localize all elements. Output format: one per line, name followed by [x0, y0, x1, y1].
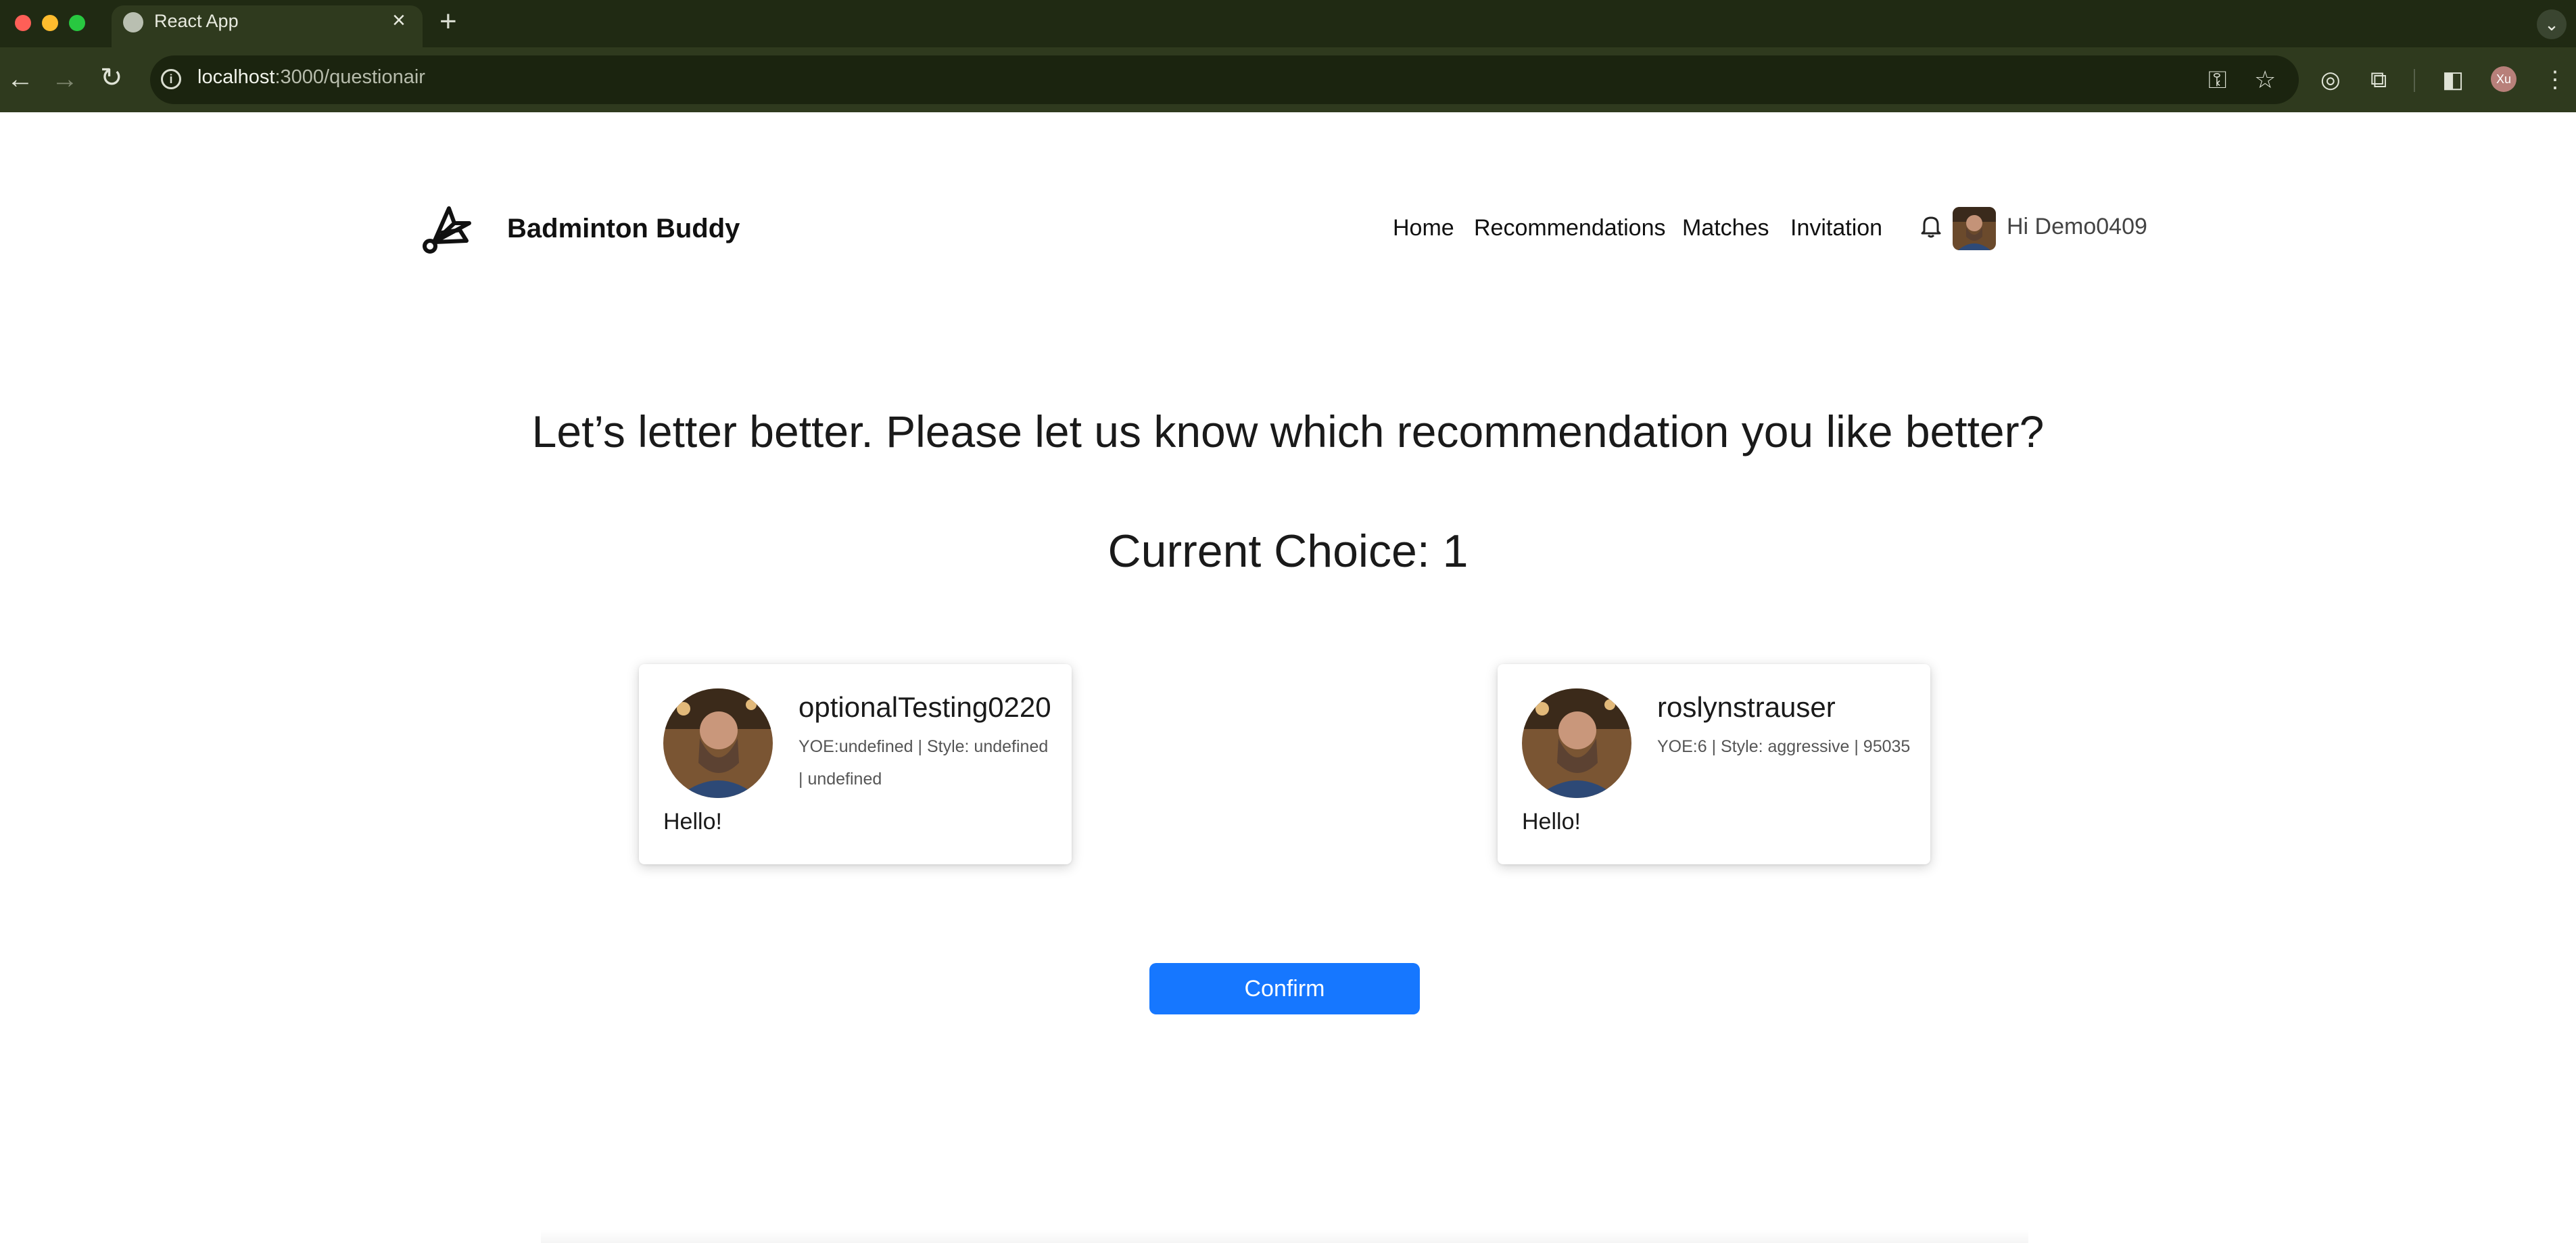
browser-tab-bar: React App × + ⌄	[0, 0, 2576, 47]
question-heading: Let’s letter better. Please let us know …	[531, 406, 2045, 456]
bookmark-star-icon[interactable]: ☆	[2254, 62, 2276, 97]
card-details: YOE:undefined | Style: undefined | undef…	[798, 737, 1049, 789]
extension-eyes-icon[interactable]: ◎	[2320, 62, 2341, 97]
bell-icon[interactable]	[1917, 212, 1945, 239]
browser-menu-icon[interactable]: ⋮	[2544, 62, 2567, 97]
card-username: roslynstrauser	[1657, 691, 1836, 723]
profile-avatar[interactable]: Xu	[2491, 66, 2517, 92]
nav-link-invitation[interactable]: Invitation	[1790, 215, 1882, 241]
recommendation-card-2[interactable]: roslynstrauser YOE:6 | Style: aggressive…	[1498, 664, 1930, 864]
tab-list-chevron-icon[interactable]: ⌄	[2537, 9, 2567, 39]
brand-name[interactable]: Badminton Buddy	[507, 214, 740, 244]
toolbar-divider	[2414, 69, 2415, 92]
password-key-icon[interactable]: ⚿	[2208, 62, 2226, 97]
address-bar[interactable]	[150, 55, 2299, 104]
tab-title: React App	[154, 11, 239, 31]
back-arrow-icon[interactable]: ←	[7, 64, 34, 95]
nav-link-home[interactable]: Home	[1393, 215, 1454, 241]
user-avatar[interactable]	[1953, 207, 1996, 250]
card-username: optionalTesting0220	[798, 691, 1051, 723]
close-tab-icon[interactable]: ×	[392, 7, 406, 34]
avatar	[663, 688, 773, 798]
url-text[interactable]: localhost:3000/questionair	[197, 66, 425, 89]
greeting-text[interactable]: Hi Demo0409	[2007, 214, 2147, 240]
url-path: :3000/questionair	[275, 66, 425, 88]
avatar	[1522, 688, 1631, 798]
shuttlecock-logo-icon[interactable]	[419, 203, 473, 257]
footer-shadow	[541, 1229, 2028, 1243]
side-panel-icon[interactable]: ◧	[2442, 62, 2464, 97]
card-message: Hello!	[663, 809, 722, 835]
card-message: Hello!	[1522, 809, 1581, 835]
card-details: YOE:6 | Style: aggressive | 95035	[1657, 737, 1911, 756]
minimize-window-button[interactable]	[42, 15, 58, 31]
close-window-button[interactable]	[15, 15, 31, 31]
reload-icon[interactable]: ↻	[100, 62, 123, 93]
extensions-puzzle-icon[interactable]: ⧉	[2370, 62, 2387, 97]
confirm-button[interactable]: Confirm	[1149, 963, 1420, 1014]
recommendation-card-1[interactable]: optionalTesting0220 YOE:undefined | Styl…	[639, 664, 1072, 864]
site-info-icon[interactable]: i	[161, 69, 181, 89]
url-host: localhost	[197, 66, 275, 88]
globe-icon	[123, 12, 143, 32]
maximize-window-button[interactable]	[69, 15, 85, 31]
current-choice-heading: Current Choice: 1	[1107, 525, 1469, 577]
forward-arrow-icon[interactable]: →	[51, 64, 78, 95]
nav-link-recommendations[interactable]: Recommendations	[1474, 215, 1665, 241]
nav-link-matches[interactable]: Matches	[1682, 215, 1769, 241]
new-tab-icon[interactable]: +	[439, 5, 457, 38]
